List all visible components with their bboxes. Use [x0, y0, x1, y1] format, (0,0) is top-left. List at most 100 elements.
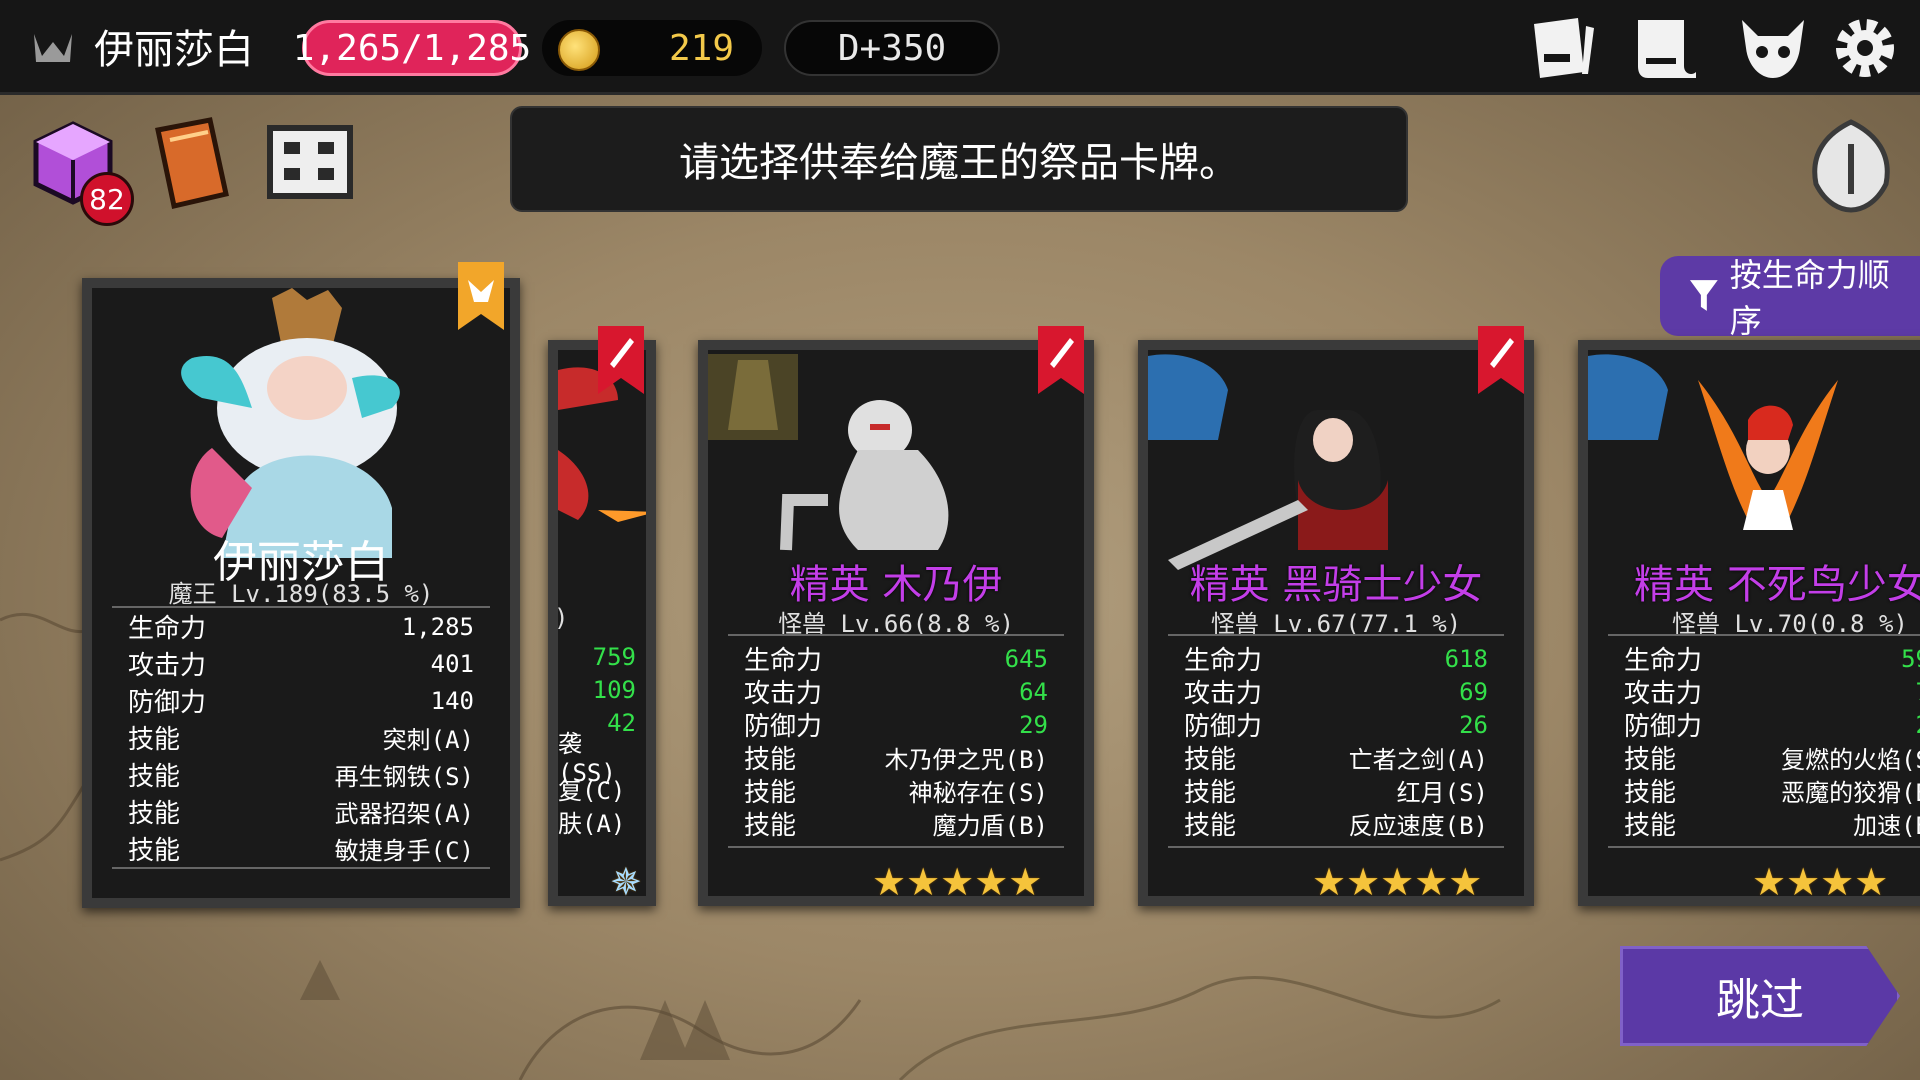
- stat-row-def: 防御力 26: [1184, 708, 1488, 743]
- filter-icon: [1689, 280, 1718, 311]
- stat-label: 技能: [744, 778, 797, 808]
- stat-row-atk: 攻击力 69: [1184, 675, 1488, 710]
- stat-row-skill: 技能 亡者之剑(A): [1184, 741, 1488, 775]
- gold-value: 219: [668, 27, 734, 69]
- stat-value: 401: [430, 649, 474, 678]
- card-name: 精英 木乃伊: [789, 562, 1003, 608]
- stat-row-atk: 攻击力 7: [1624, 675, 1920, 710]
- card-icon[interactable]: [1528, 14, 1598, 82]
- stat-value: 2: [1916, 711, 1920, 739]
- stat-label: 防御力: [744, 712, 823, 742]
- gear-icon[interactable]: [1830, 14, 1900, 82]
- hp-display: 1,265/1,285: [293, 20, 531, 76]
- stat-row-skill: 技能 木乃伊之咒(B): [744, 741, 1048, 775]
- player-info: 伊丽莎白: [30, 20, 254, 73]
- black-knight-portrait: [1148, 354, 1388, 570]
- stat-row-atk: 攻击力 401: [128, 645, 474, 682]
- skill-value: 复(C): [558, 777, 626, 805]
- card-name: 精英 黑骑士少女: [1189, 562, 1483, 608]
- stat-row-hp: 生命力 645: [744, 642, 1048, 677]
- top-bar: 伊丽莎白 1,265/1,285 219 D+350: [0, 0, 1920, 95]
- mummy-portrait: [708, 354, 949, 551]
- skill-value: 突刺(A): [382, 726, 474, 754]
- card-class-level: 魔王 Lv.189(83.5 %): [168, 580, 434, 608]
- stat-label: 技能: [1624, 811, 1677, 841]
- stat-row-skill: 技能 敏捷身手(C): [128, 830, 474, 867]
- rarity-stars: ★★★★★: [872, 860, 1043, 904]
- scroll-icon[interactable]: [1632, 14, 1702, 82]
- sacrifice-card-phoenix[interactable]: 精英 不死鸟少女 怪兽 Lv.70(0.8 %) 生命力59 攻击力7 防御力2…: [1578, 340, 1920, 906]
- stat-label: 技能: [1624, 745, 1677, 775]
- demon-lord-card: 伊丽莎白 魔王 Lv.189(83.5 %) 生命力 1,285 攻击力 401 防…: [82, 278, 520, 908]
- stat-row-hp: 759: [558, 640, 636, 673]
- stat-row-skill: 技能 红月(S): [1184, 774, 1488, 808]
- stat-label: 攻击力: [128, 651, 207, 681]
- stat-label: 防御力: [1184, 712, 1263, 742]
- stat-label: 技能: [128, 725, 181, 755]
- stat-row-skill: 技能 恶魔的狡猾(B: [1624, 774, 1920, 808]
- stat-label: 防御力: [1624, 712, 1703, 742]
- stat-value: 645: [1004, 644, 1048, 673]
- sacrifice-card-black-knight[interactable]: 精英 黑骑士少女 怪兽 Lv.67(77.1 %) 生命力 618 攻击力 69 防…: [1138, 340, 1534, 906]
- stat-label: 攻击力: [744, 679, 823, 709]
- stat-value: 759: [592, 642, 636, 671]
- stat-label: 技能: [1184, 778, 1237, 808]
- skill-value: 敏捷身手(C): [334, 837, 474, 865]
- stat-value: 29: [1019, 710, 1048, 739]
- stat-label: 技能: [128, 836, 181, 866]
- coin-icon: [558, 29, 600, 71]
- stat-row-skill: 技能 加速(B: [1624, 807, 1920, 841]
- stat-row-def: 防御力 2: [1624, 708, 1920, 743]
- stats-table: 759 109 42 袭(SS) 复(C) 肤(A): [558, 640, 636, 839]
- rarity-stars: ★★★★: [1752, 860, 1889, 904]
- stat-value: 59: [1901, 644, 1920, 673]
- stat-label: 生命力: [128, 614, 207, 644]
- stat-label: 攻击力: [1184, 679, 1263, 709]
- stat-row-skill: 复(C): [558, 772, 636, 805]
- sword-ribbon-icon: [1478, 326, 1524, 394]
- stat-label: 技能: [1624, 778, 1677, 808]
- skill-value: 神秘存在(S): [908, 779, 1048, 807]
- skill-value: 武器招架(A): [334, 800, 474, 828]
- stat-value: 7: [1916, 678, 1920, 706]
- skill-value: 反应速度(B): [1348, 812, 1488, 840]
- demon-lord-ribbon-icon: [458, 262, 504, 330]
- stat-value: 618: [1444, 644, 1488, 673]
- winged-shield-icon[interactable]: [1806, 114, 1896, 214]
- skill-value: 再生钢铁(S): [334, 763, 474, 791]
- skip-button[interactable]: 跳过: [1620, 946, 1900, 1046]
- stat-row-skill: 技能 神秘存在(S): [744, 774, 1048, 808]
- cube-count-badge: 82: [80, 172, 134, 226]
- stat-row-skill: 技能 武器招架(A): [128, 793, 474, 830]
- stat-label: 技能: [1184, 745, 1237, 775]
- demon-skull-icon[interactable]: [1738, 14, 1808, 82]
- stat-row-def: 防御力 29: [744, 708, 1048, 743]
- stat-label: 技能: [744, 811, 797, 841]
- stat-value: 26: [1459, 710, 1488, 739]
- stat-value: 69: [1459, 677, 1488, 706]
- stat-value: 109: [592, 675, 636, 704]
- stat-row-atk: 109: [558, 673, 636, 706]
- stat-label: 攻击力: [1624, 679, 1703, 709]
- stat-row-atk: 攻击力 64: [744, 675, 1048, 710]
- sacrifice-card-1[interactable]: ) 759 109 42 袭(SS) 复(C) 肤(A): [548, 340, 656, 906]
- stat-row-skill: 袭(SS): [558, 730, 636, 787]
- stats-table: 生命力59 攻击力7 防御力2 技能复燃的火焰(S 技能恶魔的狡猾(B 技能加速…: [1608, 634, 1920, 848]
- stat-row-hp: 生命力 59: [1624, 642, 1920, 677]
- stats-table: 生命力 1,285 攻击力 401 防御力 140 技能 突刺(A) 技能 再生钢铁(S)…: [112, 606, 490, 869]
- sacrifice-card-mummy[interactable]: 精英 木乃伊 怪兽 Lv.66(8.8 %) 生命力 645 攻击力 64 防御力 2…: [698, 340, 1094, 906]
- stat-row-hp: 生命力 1,285: [128, 608, 474, 645]
- stat-value: 1,285: [401, 612, 474, 641]
- book-icon[interactable]: [148, 116, 234, 210]
- stat-row-skill: 技能 魔力盾(B): [744, 807, 1048, 841]
- rarity-stars: ★★★★★: [1312, 860, 1483, 904]
- stat-row-skill: 肤(A): [558, 805, 636, 838]
- sort-label: 按生命力顺序: [1729, 256, 1890, 340]
- stat-label: 技能: [744, 745, 797, 775]
- stat-row-skill: 技能 再生钢铁(S): [128, 756, 474, 793]
- stat-row-skill: 技能 反应速度(B): [1184, 807, 1488, 841]
- stat-label: 生命力: [1184, 646, 1263, 676]
- sort-by-hp-button[interactable]: 按生命力顺序: [1660, 256, 1920, 340]
- map-scroll-icon[interactable]: [262, 120, 358, 206]
- rarity-icon: ✵: [610, 860, 642, 904]
